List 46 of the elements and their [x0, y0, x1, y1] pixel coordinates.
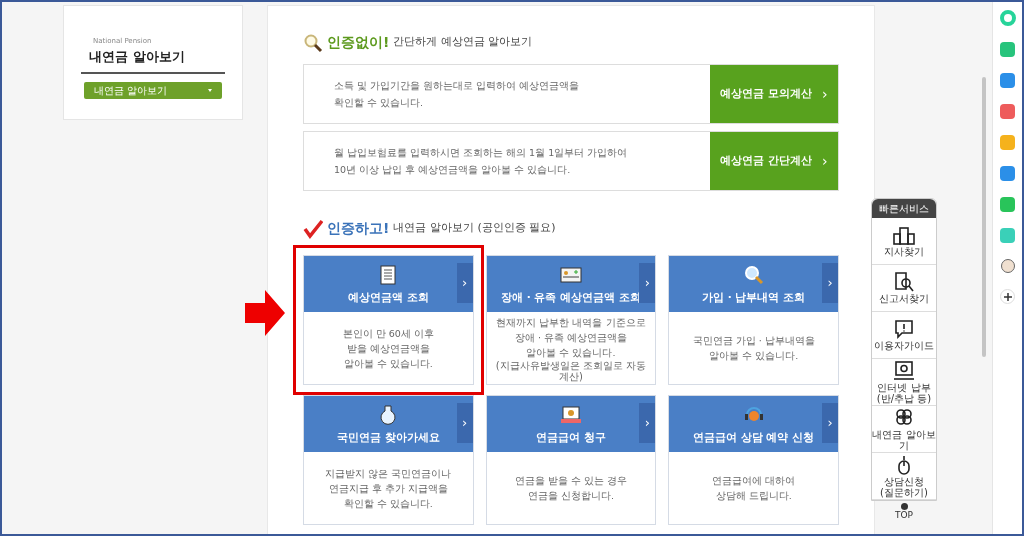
quick-service-item[interactable]: 인터넷 납부 (반/추납 등) [872, 359, 936, 406]
service-card[interactable]: 국민연금 찾아가세요 › 지급받지 않은 국민연금이나 연금지급 후 추가 지급액을 확인할 수 있습니다. [303, 395, 474, 525]
row-description: 월 납입보험료를 입력하시면 조회하는 해의 1월 1일부터 가입하여 10년 이상 납입 후 예상연금액을 알아볼 수 있습니다. [333, 146, 629, 177]
id-card-icon [560, 264, 582, 285]
card-title: 가입 · 납부내역 조회 [702, 289, 806, 305]
magnifier-icon [303, 32, 323, 53]
card-description: 국민연금 가입 · 납부내역을 알아볼 수 있습니다. [692, 334, 815, 363]
document-search-icon [893, 272, 915, 292]
section-subheading: 간단하게 예상연금 알아보기 [393, 34, 533, 51]
card-title: 국민연금 찾아가세요 [337, 429, 440, 445]
speech-bubble-icon [893, 319, 915, 339]
app-icon[interactable] [999, 10, 1016, 26]
side-card-title: 내연금 알아보기 [81, 46, 225, 74]
section-heading: 인증없이! [327, 33, 390, 52]
caret-icon [208, 89, 212, 92]
row-description: 소득 및 가입기간을 원하는대로 입력하여 예상연금액을 확인할 수 있습니다. [333, 79, 581, 110]
card-description: 연금을 받을 수 있는 경우 연금을 신청합니다. [514, 474, 628, 503]
top-button[interactable]: TOP [871, 503, 937, 520]
quick-service-item[interactable]: 내연금 알아보기 [872, 406, 936, 453]
service-card[interactable]: 연금급여 상담 예약 신청 › 연금급여에 대하여 상담해 드립니다. [668, 395, 839, 525]
quick-service-item[interactable]: 이용자가이드 [872, 312, 936, 359]
card-title: 연금급여 상담 예약 신청 [693, 429, 815, 445]
pointer-arrow [245, 290, 285, 336]
service-card[interactable]: 장애 · 유족 예상연금액 조회 › 현재까지 납부한 내역을 기준으로 장애 · 유족 예상연금액을 알아볼 수 있습니다. (지급사유발생일은 조회일로 자동계산) [485, 255, 657, 385]
building-icon [893, 225, 915, 245]
magnifier-icon [742, 264, 765, 285]
checkmark-icon [303, 218, 323, 239]
clover-icon [893, 407, 915, 428]
quick-service-item[interactable]: 지사찾기 [872, 218, 936, 265]
laptop-icon [560, 404, 582, 425]
card-description: 본인이 만 60세 이후 받을 예상연금액을 알아볼 수 있습니다. [342, 326, 434, 371]
quick-service-item[interactable]: 신고서찾기 [872, 265, 936, 312]
card-note: (지급사유발생일은 조회일로 자동계산) [494, 359, 648, 382]
card-description: 지급받지 않은 국민연금이나 연금지급 후 추가 지급액을 확인할 수 있습니다. [325, 466, 452, 511]
quick-service-item[interactable]: 상담신청 (질문하기) [872, 453, 936, 500]
card-description: 연금급여에 대하여 상담해 드립니다. [712, 474, 796, 503]
computer-icon [893, 360, 915, 381]
card-title: 장애 · 유족 예상연금액 조회 [501, 289, 641, 305]
quick-service-title: 빠른서비스 [872, 199, 936, 218]
service-card[interactable]: 가입 · 납부내역 조회 › 국민연금 가입 · 납부내역을 알아볼 수 있습니다. [668, 255, 839, 385]
card-title: 연금급여 청구 [536, 429, 606, 445]
service-card[interactable]: 연금급여 청구 › 연금을 받을 수 있는 경우 연금을 신청합니다. [485, 395, 657, 525]
section-subheading: 내연금 알아보기 (공인인증 필요) [393, 220, 556, 237]
card-title: 예상연금액 조회 [348, 289, 429, 305]
card-description: 현재까지 납부한 내역을 기준으로 장애 · 유족 예상연금액을 알아볼 수 있습니다. [496, 315, 646, 360]
section-heading: 인증하고! [327, 219, 390, 238]
